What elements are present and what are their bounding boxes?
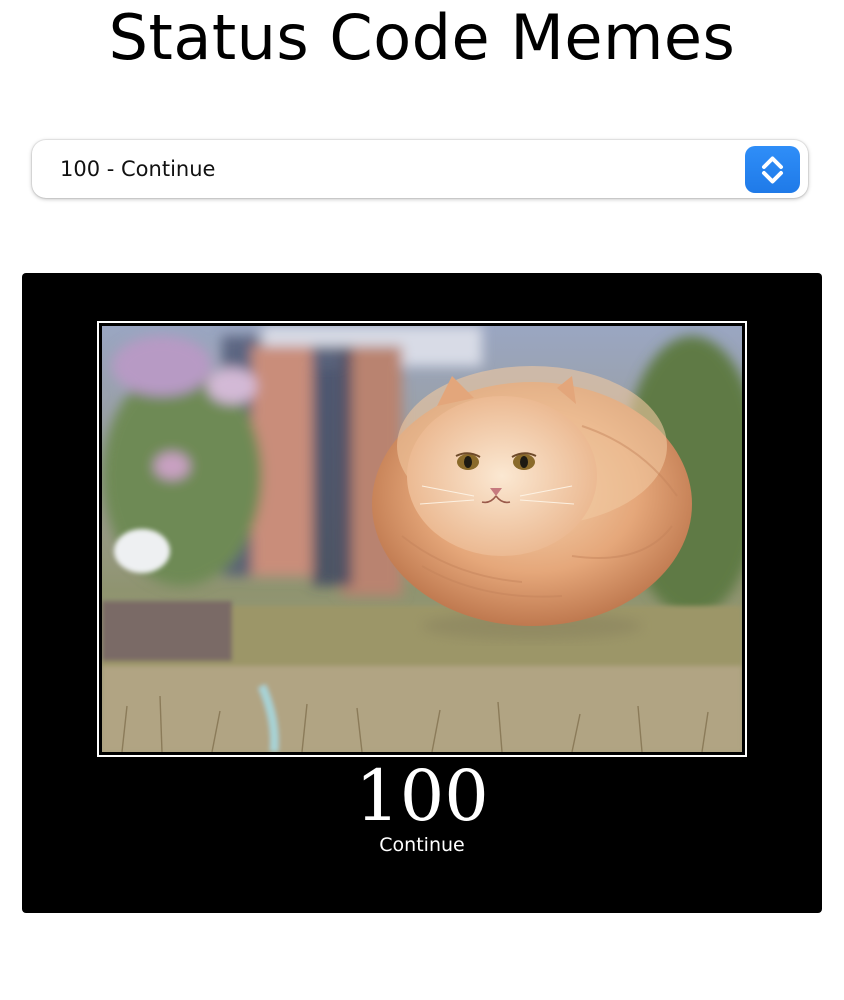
meme-status-message: Continue [379,834,465,856]
cat-photo-illustration [102,326,742,752]
status-code-select-value: 100 - Continue [60,157,216,181]
meme-status-code: 100 [355,755,489,837]
meme-card: 100 Continue [22,273,822,913]
select-toggle-button[interactable] [745,146,800,193]
page-title: Status Code Memes [108,1,736,74]
updown-chevron-icon [762,156,783,184]
cat-photo [102,326,742,752]
meme-photo-frame [97,321,747,757]
status-code-select[interactable]: 100 - Continue [32,140,808,198]
